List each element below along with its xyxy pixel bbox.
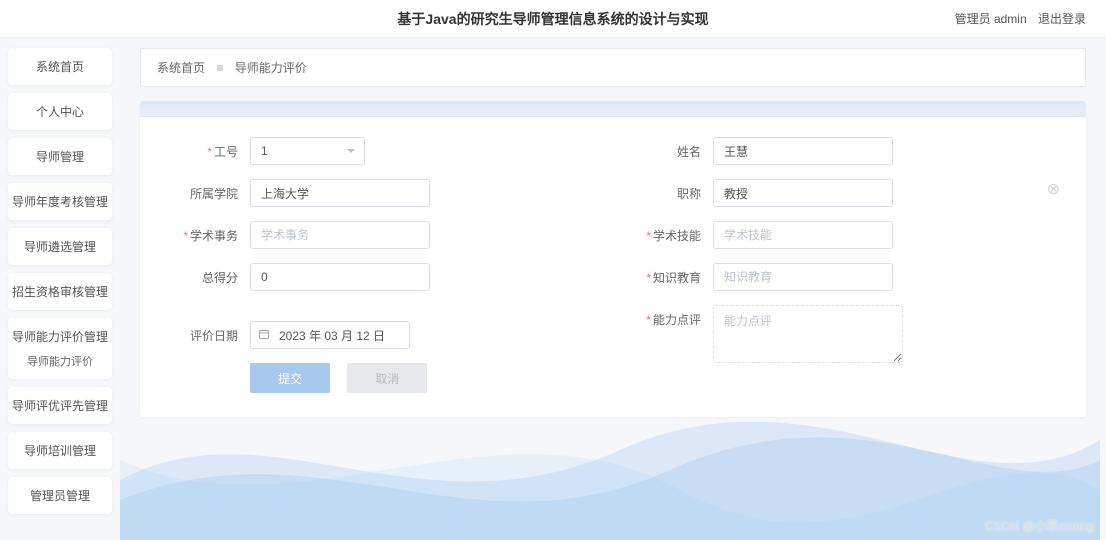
sidebar-item-home[interactable]: 系统首页	[8, 48, 112, 85]
close-icon[interactable]: ⊗	[1047, 179, 1060, 199]
zhicheng-input[interactable]	[713, 179, 893, 207]
user-role: 管理员 admin	[955, 12, 1027, 26]
sidebar-item-admin[interactable]: 管理员管理	[8, 477, 112, 514]
sidebar: 系统首页 个人中心 导师管理 导师年度考核管理 导师遴选管理 招生资格审核管理 …	[0, 38, 120, 540]
xueshu-input[interactable]	[250, 221, 430, 249]
form-card: *工号 所属学院 *学术事务 总得分	[140, 101, 1086, 417]
label-riqi: 评价日期	[190, 329, 238, 343]
label-zongfen: 总得分	[202, 271, 238, 285]
breadcrumb-sep-icon: ≡	[216, 61, 223, 75]
main: 系统首页 ≡ 导师能力评价 *工号 所属学院	[120, 38, 1106, 540]
calendar-icon	[258, 328, 270, 340]
sidebar-item-train[interactable]: 导师培训管理	[8, 432, 112, 469]
breadcrumb-current: 导师能力评价	[235, 61, 307, 75]
riqi-input[interactable]	[250, 321, 410, 349]
sidebar-item-ability[interactable]: 导师能力评价管理 导师能力评价	[8, 318, 112, 379]
label-gonghao: 工号	[214, 145, 238, 159]
sidebar-sub-ability[interactable]: 导师能力评价	[8, 345, 112, 377]
submit-button[interactable]: 提交	[250, 363, 330, 393]
breadcrumb-root[interactable]: 系统首页	[157, 61, 205, 75]
sidebar-item-select[interactable]: 导师遴选管理	[8, 228, 112, 265]
sidebar-item-enroll[interactable]: 招生资格审核管理	[8, 273, 112, 310]
label-jiaoyu: 知识教育	[653, 271, 701, 285]
watermark: CSDN @小蔡coding	[985, 517, 1094, 534]
gonghao-select[interactable]	[250, 137, 365, 165]
form-col-left: *工号 所属学院 *学术事务 总得分	[180, 137, 583, 393]
form-col-right: 姓名 职称 *学术技能 *知识教育	[643, 137, 1046, 393]
label-xingming: 姓名	[677, 145, 701, 159]
page-title: 基于Java的研究生导师管理信息系统的设计与实现	[397, 9, 708, 29]
sidebar-item-tutor[interactable]: 导师管理	[8, 138, 112, 175]
xingming-input[interactable]	[713, 137, 893, 165]
label-dianping: 能力点评	[653, 313, 701, 327]
sidebar-item-ability-label: 导师能力评价管理	[8, 328, 112, 345]
zongfen-input[interactable]	[250, 263, 430, 291]
label-xueshu: 学术事务	[190, 229, 238, 243]
header-right: 管理员 admin 退出登录	[947, 10, 1086, 27]
jiaoyu-input[interactable]	[713, 263, 893, 291]
label-jineng: 学术技能	[653, 229, 701, 243]
jineng-input[interactable]	[713, 221, 893, 249]
header: 基于Java的研究生导师管理信息系统的设计与实现 管理员 admin 退出登录	[0, 0, 1106, 38]
sidebar-item-profile[interactable]: 个人中心	[8, 93, 112, 130]
form-card-head	[140, 101, 1086, 117]
sidebar-item-award[interactable]: 导师评优评先管理	[8, 387, 112, 424]
logout-link[interactable]: 退出登录	[1038, 12, 1086, 26]
label-xueyuan: 所属学院	[190, 187, 238, 201]
label-zhicheng: 职称	[677, 187, 701, 201]
breadcrumb: 系统首页 ≡ 导师能力评价	[140, 48, 1086, 87]
xueyuan-input[interactable]	[250, 179, 430, 207]
sidebar-item-annual[interactable]: 导师年度考核管理	[8, 183, 112, 220]
dianping-textarea[interactable]	[713, 305, 903, 363]
cancel-button[interactable]: 取消	[347, 363, 427, 393]
